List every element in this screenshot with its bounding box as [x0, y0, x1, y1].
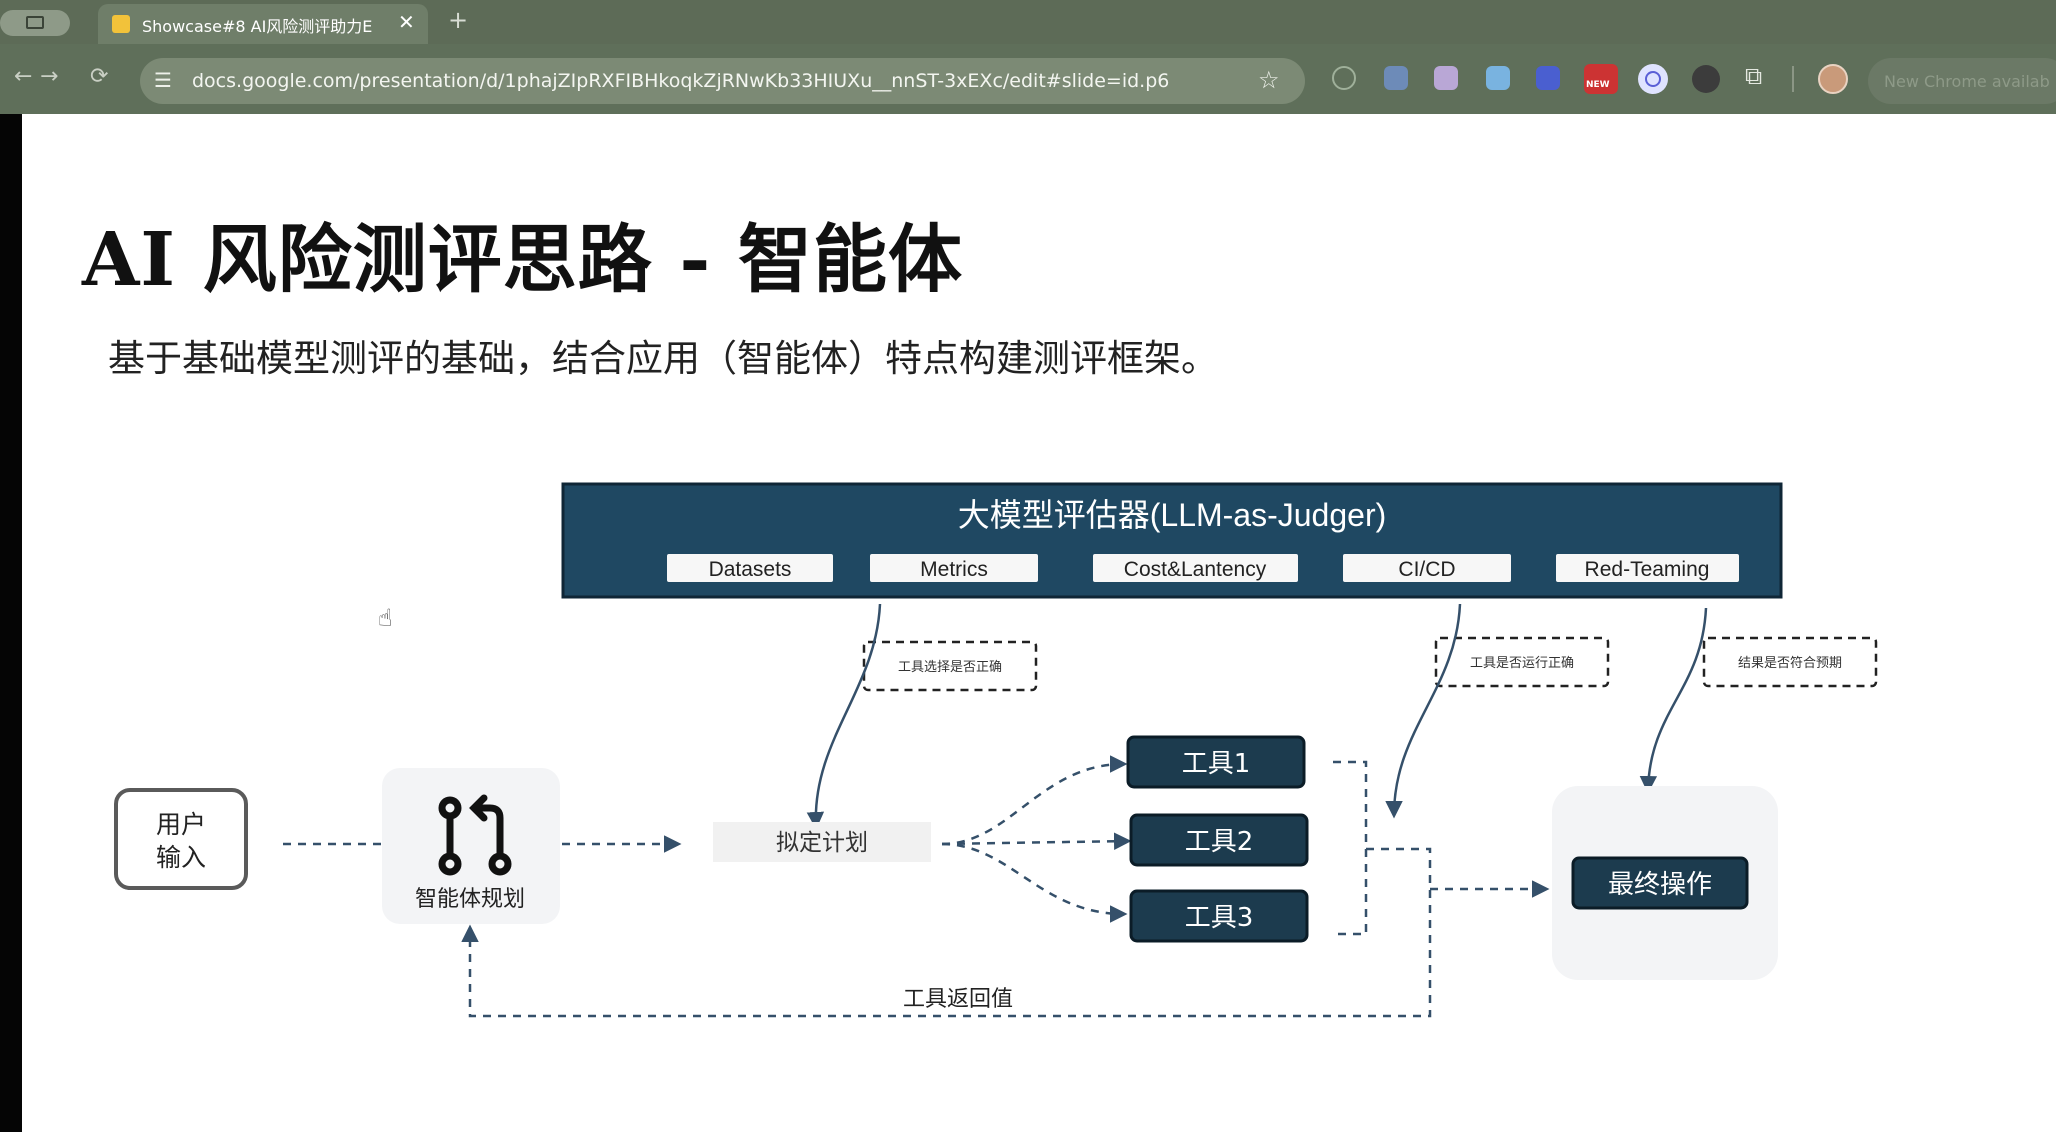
- note-text: 结果是否符合预期: [1738, 655, 1842, 671]
- note-tool-execution: 工具是否运行正确: [1434, 636, 1610, 688]
- final-action-label: 最终操作: [1608, 870, 1712, 900]
- tool3-box: 工具3: [1129, 889, 1309, 943]
- judge-to-plan-arrow: [806, 603, 882, 830]
- tool1-label: 工具1: [1182, 749, 1251, 779]
- judge-chip-label: Metrics: [920, 558, 988, 581]
- judge-chip-label: Cost&Lantency: [1124, 558, 1267, 581]
- tool1-box: 工具1: [1126, 735, 1306, 789]
- judge-chip-cost-latency: Cost&Lantency: [1093, 554, 1298, 582]
- tools-bracket: [1333, 760, 1368, 936]
- tool3-label: 工具3: [1185, 903, 1254, 933]
- note-result-expected: 结果是否符合预期: [1702, 636, 1878, 688]
- user-input-line1: 用户: [156, 810, 206, 839]
- judge-chip-metrics: Metrics: [870, 554, 1038, 582]
- user-input-line2: 输入: [156, 843, 206, 872]
- tool-return-label: 工具返回值: [903, 987, 1013, 1012]
- judge-to-tools-arrow: [1385, 603, 1462, 819]
- plan-label: 拟定计划: [776, 830, 868, 856]
- judge-to-final-arrow: [1639, 607, 1708, 794]
- note-tool-selection: 工具选择是否正确: [862, 640, 1038, 692]
- tool2-box: 工具2: [1129, 813, 1309, 867]
- judge-chip-cicd: CI/CD: [1343, 554, 1511, 582]
- tool2-label: 工具2: [1185, 827, 1254, 857]
- hand-cursor-icon: ☝: [378, 604, 393, 632]
- plan-to-tool3-arrow: [941, 842, 1128, 923]
- plan-to-tool2-arrow: [941, 832, 1132, 850]
- agent-eval-diagram: 大模型评估器(LLM-as-Judger) Datasets Metrics C…: [114, 482, 1878, 1018]
- judge-chip-label: Datasets: [709, 558, 792, 581]
- judge-chip-datasets: Datasets: [667, 554, 833, 582]
- agent-planning-label: 智能体规划: [415, 887, 525, 912]
- user-input-box: [114, 788, 248, 890]
- judge-chip-label: Red-Teaming: [1585, 558, 1710, 581]
- judge-chip-red-teaming: Red-Teaming: [1556, 554, 1739, 582]
- plan-to-tool1-arrow: [941, 755, 1128, 846]
- note-text: 工具是否运行正确: [1470, 656, 1574, 671]
- note-text: 工具选择是否正确: [898, 660, 1002, 675]
- judge-chip-label: CI/CD: [1398, 558, 1455, 581]
- llm-judge-title: 大模型评估器(LLM-as-Judger): [958, 497, 1387, 533]
